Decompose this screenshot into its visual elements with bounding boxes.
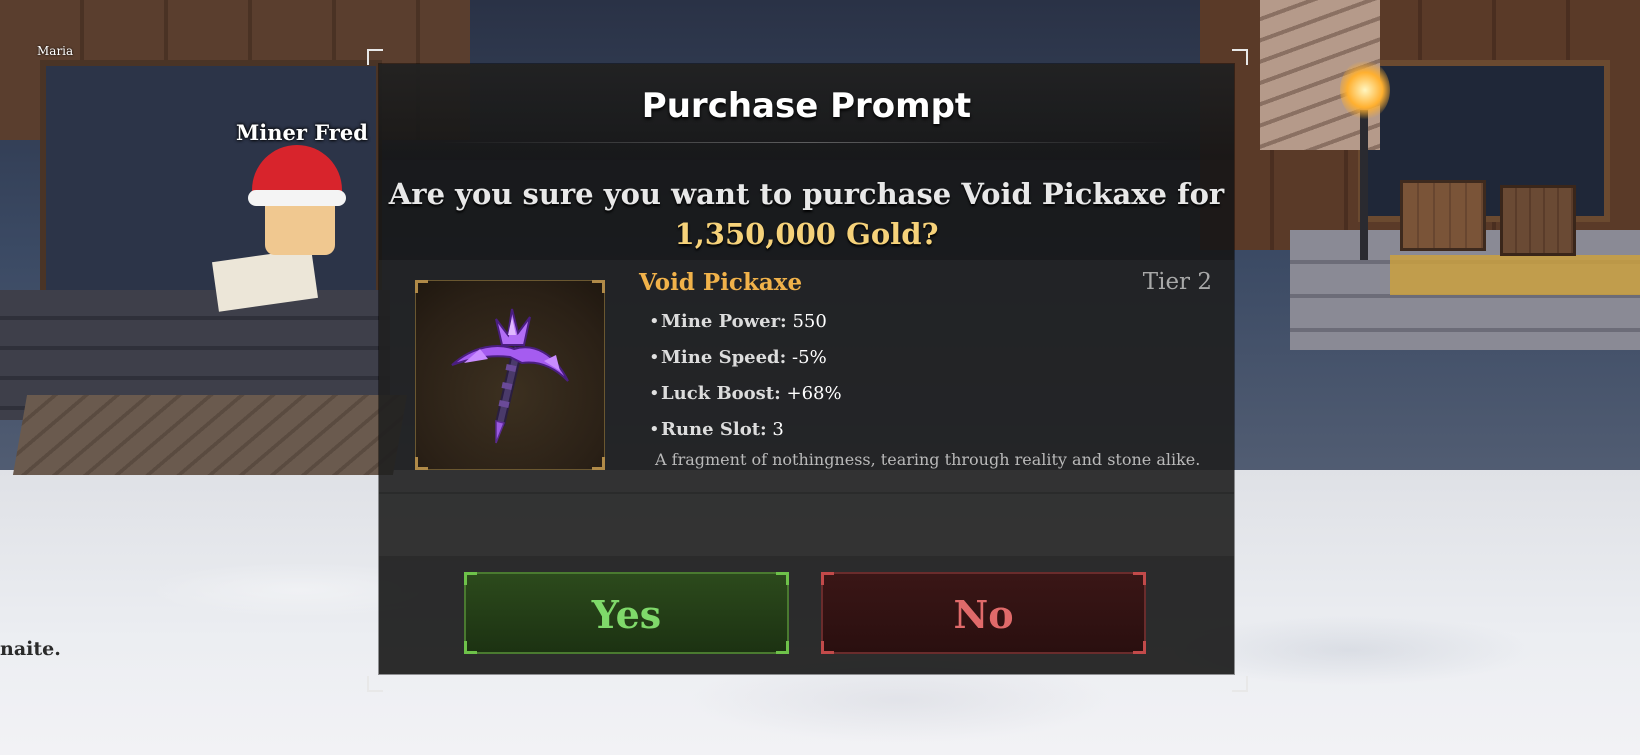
dialog-title: Purchase Prompt [641, 86, 972, 126]
button-corner [776, 572, 789, 585]
frame-corner [415, 457, 428, 470]
divider [439, 142, 1174, 143]
bullet-icon: • [649, 311, 660, 332]
item-stats-list: •Mine Power: 550 •Mine Speed: -5% •Luck … [649, 304, 842, 448]
player-name-label: naite. [0, 638, 61, 660]
stone-floor [12, 395, 408, 475]
modal-corner [367, 676, 383, 692]
button-corner [464, 572, 477, 585]
button-corner [464, 641, 477, 654]
button-corner [776, 641, 789, 654]
button-corner [821, 641, 834, 654]
item-name: Void Pickaxe [639, 269, 803, 296]
modal-corner [1232, 676, 1248, 692]
yes-button[interactable]: Yes [464, 572, 789, 654]
crate [1500, 185, 1576, 256]
stat-label: Mine Speed: [661, 347, 787, 368]
item-tier: Tier 2 [1142, 269, 1212, 295]
stat-mine-power: •Mine Power: 550 [649, 304, 842, 340]
stat-value: -5% [792, 347, 827, 368]
stat-value: +68% [786, 383, 842, 404]
torch-flame-icon [1340, 60, 1390, 120]
modal-corner [1232, 49, 1248, 65]
price-text: 1,350,000 Gold? [674, 217, 939, 251]
yes-button-label: Yes [591, 592, 662, 637]
stat-mine-speed: •Mine Speed: -5% [649, 340, 842, 376]
void-pickaxe-icon [451, 308, 569, 444]
dialog-separator-band [379, 494, 1234, 556]
frame-corner [415, 280, 428, 293]
bullet-icon: • [649, 383, 660, 404]
rug [1390, 255, 1640, 295]
crate [1400, 180, 1486, 251]
purchase-question: Are you sure you want to purchase Void P… [379, 174, 1234, 254]
modal-corner [367, 49, 383, 65]
stat-label: Rune Slot: [661, 419, 767, 440]
no-button[interactable]: No [821, 572, 1146, 654]
question-text: Are you sure you want to purchase Void P… [388, 177, 1225, 211]
stat-luck-boost: •Luck Boost: +68% [649, 376, 842, 412]
stat-rune-slot: •Rune Slot: 3 [649, 412, 842, 448]
stat-value: 550 [792, 311, 827, 332]
stat-value: 3 [772, 419, 784, 440]
button-corner [1133, 641, 1146, 654]
button-corner [1133, 572, 1146, 585]
frame-corner [592, 457, 605, 470]
stat-label: Luck Boost: [661, 383, 781, 404]
bullet-icon: • [649, 419, 660, 440]
item-description: A fragment of nothingness, tearing throu… [655, 450, 1201, 469]
button-corner [821, 572, 834, 585]
purchase-prompt-dialog: Purchase Prompt Are you sure you want to… [379, 64, 1234, 674]
player-name-label: Maria [37, 44, 74, 58]
frame-corner [592, 280, 605, 293]
npc-name-label: Miner Fred [236, 120, 368, 145]
no-button-label: No [953, 592, 1014, 637]
torch-pole [1360, 110, 1368, 260]
stat-label: Mine Power: [661, 311, 787, 332]
santa-hat-trim [248, 190, 346, 206]
item-image-frame [415, 280, 605, 470]
bullet-icon: • [649, 347, 660, 368]
